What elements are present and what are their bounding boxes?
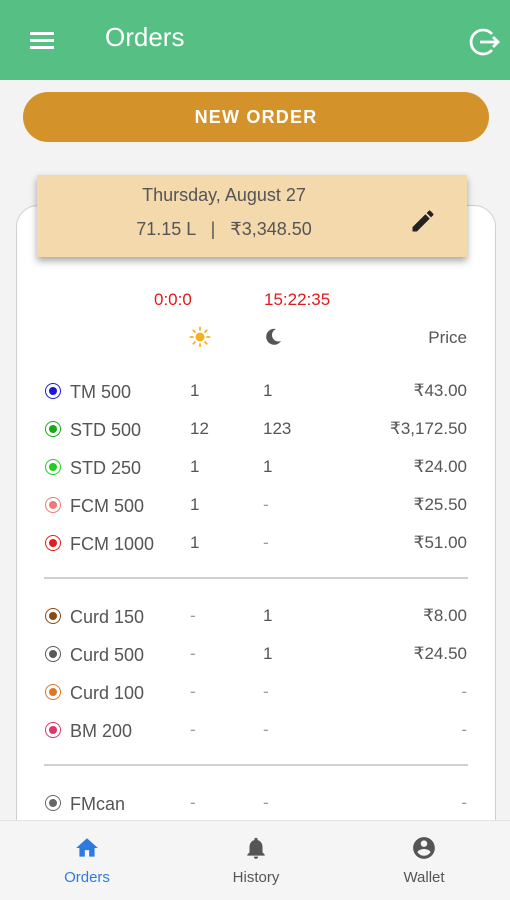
bottom-navigation: Orders History Wallet [0, 820, 510, 900]
nav-label: Orders [64, 869, 110, 886]
morning-qty: 1 [190, 495, 200, 514]
group-divider [44, 764, 468, 766]
status-dot [45, 646, 61, 662]
status-dot [45, 383, 61, 399]
product-price: ₹25.50 [413, 495, 467, 514]
bell-icon [247, 837, 265, 859]
product-row[interactable]: STD 500 12 123 ₹3,172.50 [0, 416, 510, 444]
product-price: ₹24.50 [413, 644, 467, 663]
morning-qty: 1 [190, 381, 200, 400]
product-name: TM 500 [70, 382, 132, 402]
account-icon [413, 837, 435, 859]
status-dot [45, 795, 61, 811]
status-dot [45, 497, 61, 513]
product-price: ₹43.00 [413, 381, 467, 400]
product-price: ₹8.00 [423, 606, 467, 625]
morning-qty: - [190, 644, 196, 663]
sun-icon [189, 326, 211, 348]
evening-qty: 123 [263, 419, 292, 438]
nav-label: Wallet [403, 869, 445, 886]
morning-qty: - [190, 793, 196, 812]
product-row[interactable]: Curd 150 - 1 ₹8.00 [0, 603, 510, 631]
nav-label: History [232, 869, 280, 886]
menu-icon[interactable] [22, 24, 62, 56]
product-row[interactable]: FMcan - - - [0, 790, 510, 818]
evening-qty: - [263, 793, 269, 812]
status-dot [45, 459, 61, 475]
order-card [16, 205, 496, 845]
product-price: ₹51.00 [413, 533, 467, 552]
product-price: - [461, 682, 467, 701]
logout-icon[interactable] [466, 24, 502, 60]
morning-qty: - [190, 682, 196, 701]
group-divider [44, 577, 468, 579]
status-dot [45, 535, 61, 551]
product-name: Curd 150 [70, 607, 145, 627]
product-name: FCM 500 [70, 496, 145, 516]
product-row[interactable]: Curd 100 - - - [0, 679, 510, 707]
product-price: - [461, 793, 467, 812]
evening-qty: - [263, 682, 269, 701]
product-name: BM 200 [70, 721, 133, 741]
status-dot [45, 608, 61, 624]
product-row[interactable]: FCM 500 1 - ₹25.50 [0, 492, 510, 520]
product-name: Curd 500 [70, 645, 145, 665]
product-name: FMcan [70, 794, 126, 814]
moon-icon [266, 328, 281, 345]
morning-qty: - [190, 720, 196, 739]
evening-qty: - [263, 720, 269, 739]
evening-timer: 15:22:35 [264, 290, 331, 309]
product-price: ₹3,172.50 [390, 419, 467, 438]
new-order-button[interactable]: NEW ORDER [23, 92, 489, 142]
product-row[interactable]: FCM 1000 1 - ₹51.00 [0, 530, 510, 558]
home-icon [76, 838, 98, 857]
nav-history[interactable]: History [196, 821, 316, 900]
evening-qty: 1 [263, 381, 273, 400]
pencil-icon[interactable] [409, 207, 437, 235]
nav-wallet[interactable]: Wallet [364, 821, 484, 900]
status-dot [45, 684, 61, 700]
evening-qty: 1 [263, 457, 273, 476]
order-summary: 71.15 L | ₹3,348.50 [136, 219, 312, 239]
product-price: - [461, 720, 467, 739]
page-title: Orders [105, 22, 185, 52]
evening-qty: 1 [263, 644, 273, 663]
product-name: FCM 1000 [70, 534, 155, 554]
morning-timer: 0:0:0 [154, 290, 192, 309]
order-summary-box: Thursday, August 27 71.15 L | ₹3,348.50 [37, 175, 467, 257]
morning-qty: - [190, 606, 196, 625]
morning-qty: 1 [190, 457, 200, 476]
evening-qty: 1 [263, 606, 273, 625]
product-name: Curd 100 [70, 683, 145, 703]
product-row[interactable]: Curd 500 - 1 ₹24.50 [0, 641, 510, 669]
evening-qty: - [263, 533, 269, 552]
product-price: ₹24.00 [413, 457, 467, 476]
price-header: Price [428, 328, 467, 347]
evening-qty: - [263, 495, 269, 514]
product-name: STD 250 [70, 458, 142, 478]
status-dot [45, 722, 61, 738]
order-date: Thursday, August 27 [142, 185, 306, 205]
product-row[interactable]: TM 500 1 1 ₹43.00 [0, 378, 510, 406]
morning-qty: 1 [190, 533, 200, 552]
status-dot [45, 421, 61, 437]
product-row[interactable]: BM 200 - - - [0, 717, 510, 745]
morning-qty: 12 [190, 419, 209, 438]
nav-orders[interactable]: Orders [27, 821, 147, 900]
product-name: STD 500 [70, 420, 142, 440]
app-bar: Orders [0, 0, 510, 80]
product-row[interactable]: STD 250 1 1 ₹24.00 [0, 454, 510, 482]
